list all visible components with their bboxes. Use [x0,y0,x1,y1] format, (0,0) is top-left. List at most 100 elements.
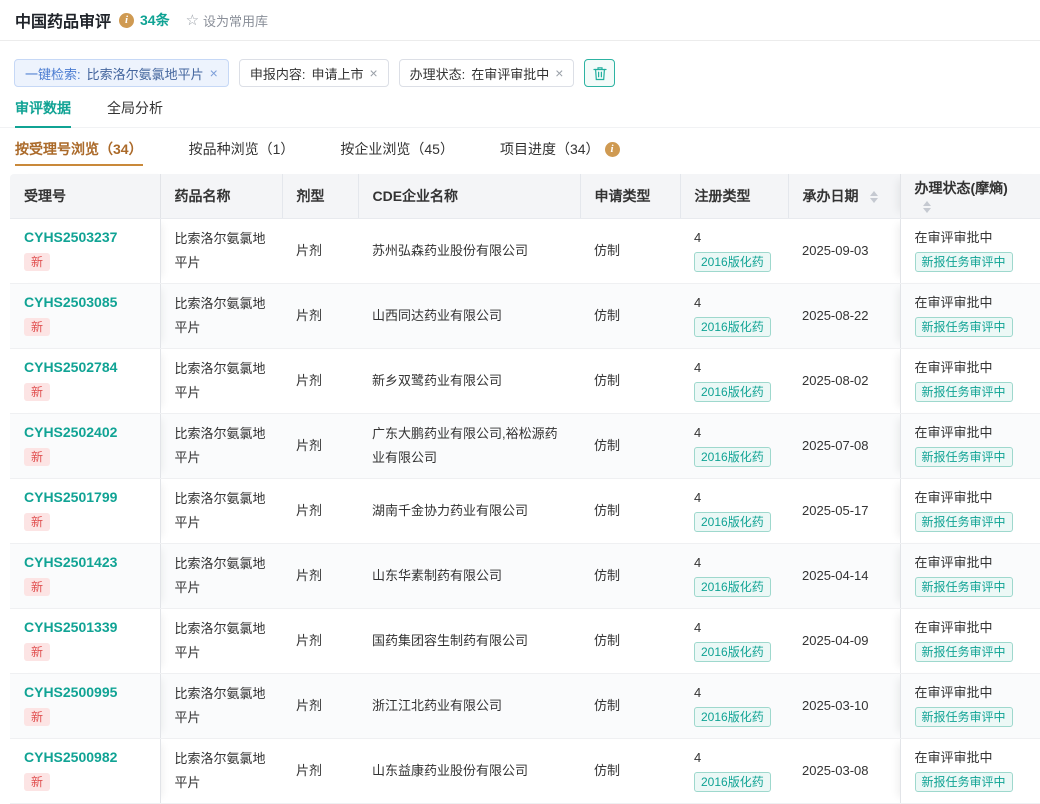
result-count: 34条 [140,10,170,30]
acceptance-number-link[interactable]: CYHS2501799 [24,488,146,506]
col-header-status[interactable]: 办理状态(摩熵) [900,174,1040,218]
acceptance-date: 2025-04-14 [802,568,869,583]
new-badge: 新 [24,773,50,791]
subnav-by-acceptance-number[interactable]: 按受理号浏览（34） [15,140,143,166]
dosage-form: 片剂 [296,308,322,323]
status-badge: 新报任务审评中 [915,382,1013,402]
acceptance-date: 2025-04-09 [802,633,869,648]
dosage-form: 片剂 [296,568,322,583]
application-type: 仿制 [594,308,620,323]
page-title: 中国药品审评 [15,8,111,32]
acceptance-number-link[interactable]: CYHS2502784 [24,358,146,376]
table-row[interactable]: CYHS2502784 新 比索洛尔氨氯地平片 片剂 新乡双鹭药业有限公司 仿制… [10,348,1040,413]
col-header-drug-name: 药品名称 [160,174,282,218]
status-badge: 新报任务审评中 [915,577,1013,597]
acceptance-number-link[interactable]: CYHS2500995 [24,683,146,701]
table-row[interactable]: CYHS2501423 新 比索洛尔氨氯地平片 片剂 山东华素制药有限公司 仿制… [10,543,1040,608]
acceptance-number-link[interactable]: CYHS2500982 [24,748,146,766]
company-name: 苏州弘森药业股份有限公司 [372,243,528,258]
dosage-form: 片剂 [296,438,322,453]
acceptance-number-link[interactable]: CYHS2501423 [24,553,146,571]
table-row[interactable]: CYHS2501799 新 比索洛尔氨氯地平片 片剂 湖南千金协力药业有限公司 … [10,478,1040,543]
registration-badge: 2016版化药 [694,772,771,792]
status-text: 在审评审批中 [915,683,1027,703]
filter-chip-status[interactable]: 办理状态: 在审评审批中 × [399,59,575,87]
col-header-label: 承办日期 [803,188,859,204]
status-text: 在审评审批中 [915,488,1027,508]
dosage-form: 片剂 [296,763,322,778]
table-row[interactable]: CYHS2500995 新 比索洛尔氨氯地平片 片剂 浙江江北药业有限公司 仿制… [10,673,1040,738]
info-icon[interactable]: i [605,142,620,157]
close-icon[interactable]: × [369,66,377,80]
acceptance-date: 2025-09-03 [802,243,869,258]
acceptance-number-link[interactable]: CYHS2501339 [24,618,146,636]
registration-type: 4 [694,618,774,638]
subnav-by-company[interactable]: 按企业浏览（45） [340,140,454,164]
new-badge: 新 [24,318,50,336]
dosage-form: 片剂 [296,633,322,648]
status-badge: 新报任务审评中 [915,772,1013,792]
table-row[interactable]: CYHS2503085 新 比索洛尔氨氯地平片 片剂 山西同达药业有限公司 仿制… [10,283,1040,348]
subnav-label: 项目进度（34） [500,140,600,158]
page-header: 中国药品审评 i 34条 ☆ 设为常用库 [0,0,1040,41]
subnav-project-progress[interactable]: 项目进度（34） i [500,140,620,164]
results-table: 受理号 药品名称 剂型 CDE企业名称 申请类型 注册类型 承办日期 办理状态(… [10,174,1040,804]
sort-icon[interactable] [923,201,931,213]
drug-name: 比索洛尔氨氯地平片 [175,686,266,725]
acceptance-date: 2025-05-17 [802,503,869,518]
table-row[interactable]: CYHS2503237 新 比索洛尔氨氯地平片 片剂 苏州弘森药业股份有限公司 … [10,218,1040,283]
tab-global-analysis[interactable]: 全局分析 [107,99,163,127]
status-text: 在审评审批中 [915,293,1027,313]
company-name: 浙江江北药业有限公司 [372,698,502,713]
subnav-by-variety[interactable]: 按品种浏览（1） [189,140,295,164]
application-type: 仿制 [594,763,620,778]
registration-type: 4 [694,488,774,508]
close-icon[interactable]: × [210,66,218,80]
application-type: 仿制 [594,373,620,388]
application-type: 仿制 [594,568,620,583]
drug-name: 比索洛尔氨氯地平片 [175,621,266,660]
set-favorite-button[interactable]: ☆ 设为常用库 [186,11,268,30]
col-header-company: CDE企业名称 [358,174,580,218]
acceptance-number-link[interactable]: CYHS2502402 [24,423,146,441]
dosage-form: 片剂 [296,503,322,518]
close-icon[interactable]: × [555,66,563,80]
tab-bar: 审评数据 全局分析 [0,87,1040,128]
new-badge: 新 [24,383,50,401]
tab-review-data[interactable]: 审评数据 [15,99,71,128]
sort-icon[interactable] [870,191,878,203]
company-name: 山东益康药业股份有限公司 [372,763,528,778]
new-badge: 新 [24,708,50,726]
acceptance-date: 2025-08-02 [802,373,869,388]
filter-chip-search[interactable]: 一键检索: 比索洛尔氨氯地平片 × [14,59,229,87]
drug-name: 比索洛尔氨氯地平片 [175,361,266,400]
status-text: 在审评审批中 [915,553,1027,573]
company-name: 国药集团容生制药有限公司 [372,633,528,648]
registration-type: 4 [694,293,774,313]
table-body: CYHS2503237 新 比索洛尔氨氯地平片 片剂 苏州弘森药业股份有限公司 … [10,218,1040,803]
registration-type: 4 [694,423,774,443]
acceptance-number-link[interactable]: CYHS2503085 [24,293,146,311]
filter-chip-declaration[interactable]: 申报内容: 申请上市 × [239,59,389,87]
col-header-date[interactable]: 承办日期 [788,174,900,218]
registration-badge: 2016版化药 [694,382,771,402]
info-icon[interactable]: i [119,13,134,28]
company-name: 湖南千金协力药业有限公司 [372,503,528,518]
table-row[interactable]: CYHS2502402 新 比索洛尔氨氯地平片 片剂 广东大鹏药业有限公司,裕松… [10,413,1040,478]
registration-type: 4 [694,358,774,378]
drug-name: 比索洛尔氨氯地平片 [175,556,266,595]
registration-badge: 2016版化药 [694,577,771,597]
acceptance-date: 2025-03-10 [802,698,869,713]
registration-badge: 2016版化药 [694,317,771,337]
acceptance-number-link[interactable]: CYHS2503237 [24,228,146,246]
table-row[interactable]: CYHS2501339 新 比索洛尔氨氯地平片 片剂 国药集团容生制药有限公司 … [10,608,1040,673]
acceptance-date: 2025-07-08 [802,438,869,453]
status-badge: 新报任务审评中 [915,252,1013,272]
table-row[interactable]: CYHS2500982 新 比索洛尔氨氯地平片 片剂 山东益康药业股份有限公司 … [10,738,1040,803]
status-text: 在审评审批中 [915,228,1027,248]
trash-icon [593,66,607,81]
clear-filters-button[interactable] [584,59,615,87]
application-type: 仿制 [594,438,620,453]
registration-type: 4 [694,683,774,703]
col-header-label: 药品名称 [175,188,231,204]
